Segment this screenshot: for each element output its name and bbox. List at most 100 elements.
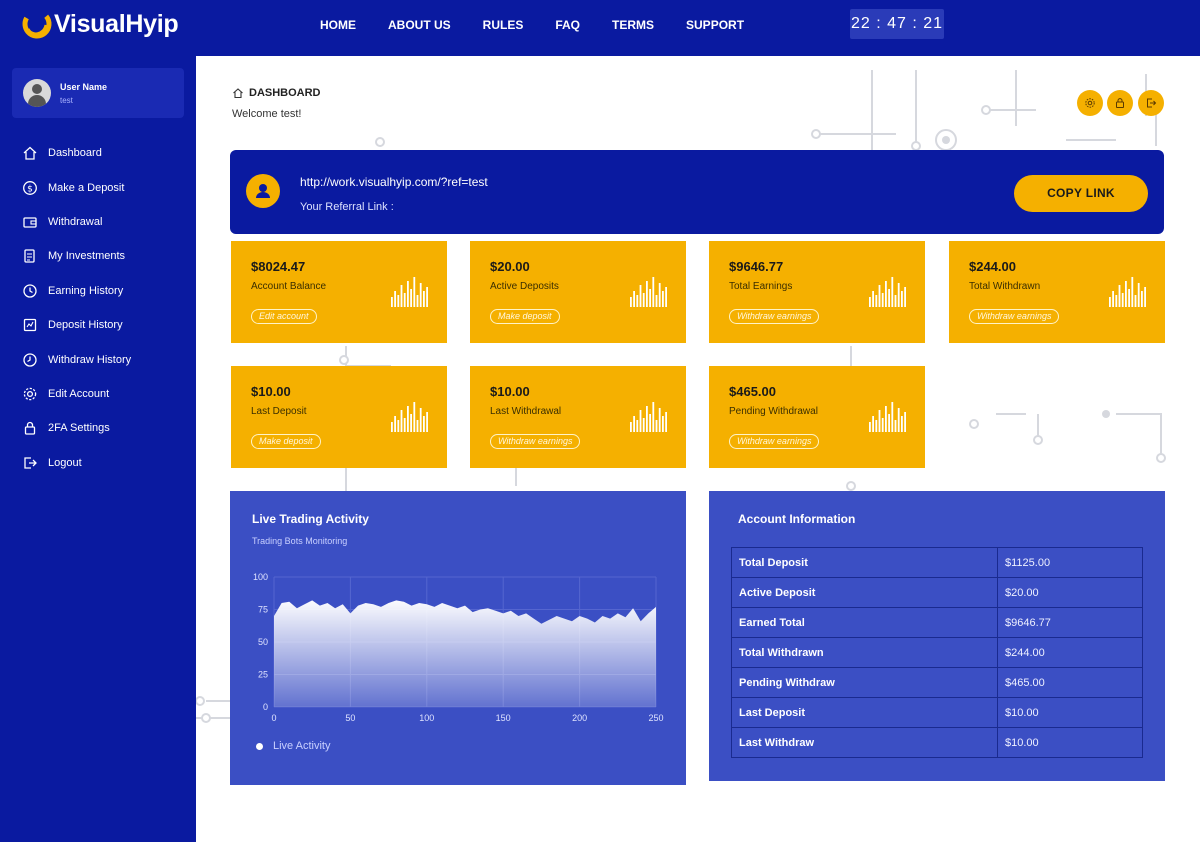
nav-faq[interactable]: FAQ (555, 18, 580, 32)
table-row: Last Withdraw $10.00 (731, 727, 1143, 758)
mini-bar (410, 289, 412, 307)
logout-quick-button[interactable] (1138, 90, 1164, 116)
mini-bar (1128, 289, 1130, 307)
wallet-icon (23, 217, 37, 228)
history-icon (23, 284, 37, 298)
info-key: Earned Total (731, 607, 998, 638)
mini-bar (400, 410, 403, 432)
mini-bar-chart-icon (630, 277, 667, 307)
settings-quick-button[interactable] (1077, 90, 1103, 116)
sidebar-item-earning-history[interactable]: Earning History (0, 274, 196, 308)
stat-label: Pending Withdrawal (729, 406, 818, 417)
mini-bar (426, 412, 428, 432)
nav-rules[interactable]: RULES (483, 18, 524, 32)
mini-bar (1118, 285, 1121, 307)
mini-bar (869, 422, 871, 432)
stat-label: Last Withdrawal (490, 406, 562, 417)
x-tick-label: 0 (271, 713, 276, 723)
mini-bar (885, 281, 887, 307)
stat-value: $20.00 (490, 259, 530, 274)
withdraw-earnings-link[interactable]: Withdraw earnings (729, 434, 820, 449)
nav-home[interactable]: HOME (320, 18, 356, 32)
info-key: Pending Withdraw (731, 667, 998, 698)
sidebar-item-label: Logout (48, 456, 82, 469)
nav-terms[interactable]: TERMS (612, 18, 654, 32)
mini-bar (400, 285, 403, 307)
info-key: Active Deposit (731, 577, 998, 608)
mini-bar (1131, 277, 1134, 307)
stat-card-active-deposits: $20.00 Active Deposits Make deposit (470, 241, 686, 343)
main-content: DASHBOARD Welcome test! http://work.visu… (196, 56, 1200, 842)
sidebar-item-dashboard[interactable]: Dashboard (0, 136, 196, 170)
sidebar-item-make-a-deposit[interactable]: $ Make a Deposit (0, 170, 196, 204)
y-tick-label: 100 (253, 572, 268, 582)
mini-bar-chart-icon (391, 402, 428, 432)
mini-bar (391, 422, 393, 432)
mini-bar-chart-icon (869, 277, 906, 307)
sidebar-item-edit-account[interactable]: Edit Account (0, 377, 196, 411)
referral-url[interactable]: http://work.visualhyip.com/?ref=test (300, 175, 488, 189)
make-deposit-link[interactable]: Make deposit (490, 309, 560, 324)
security-quick-button[interactable] (1107, 90, 1133, 116)
info-value: $10.00 (997, 727, 1143, 758)
sidebar-item-my-investments[interactable]: My Investments (0, 239, 196, 273)
withdraw-earnings-link[interactable]: Withdraw earnings (729, 309, 820, 324)
stat-label: Active Deposits (490, 281, 559, 292)
copy-link-button[interactable]: COPY LINK (1014, 175, 1148, 212)
withdraw-history-icon (23, 352, 37, 367)
mini-bar (904, 412, 906, 432)
home-icon (233, 88, 243, 99)
mini-bar (894, 295, 897, 307)
mini-bar (665, 287, 667, 307)
mini-bar (881, 293, 884, 307)
table-row: Earned Total $9646.77 (731, 607, 1143, 638)
info-key: Total Deposit (731, 547, 998, 578)
chart-area-series (274, 600, 656, 707)
mini-bar (633, 416, 635, 432)
withdraw-earnings-link[interactable]: Withdraw earnings (969, 309, 1060, 324)
user-box[interactable]: User Name test (12, 68, 184, 118)
stat-value: $10.00 (490, 384, 530, 399)
avatar-body-shape (28, 95, 46, 107)
sidebar-item-withdrawal[interactable]: Withdrawal (0, 205, 196, 239)
home-icon (23, 146, 37, 160)
brand-logo[interactable]: VisualHyip (22, 8, 179, 40)
y-tick-label: 50 (258, 637, 268, 647)
sidebar-item-withdraw-history[interactable]: Withdraw History (0, 342, 196, 376)
mini-bar (901, 291, 903, 307)
x-tick-label: 200 (572, 713, 587, 723)
mini-bar (665, 412, 667, 432)
mini-bar (642, 293, 645, 307)
breadcrumb-label: DASHBOARD (249, 87, 321, 99)
sidebar-item-logout[interactable]: Logout (0, 446, 196, 480)
brand-name: VisualHyip (54, 9, 179, 38)
mini-bar (630, 297, 632, 307)
mini-bar (426, 287, 428, 307)
user-login: test (60, 96, 73, 105)
mini-bar (394, 291, 396, 307)
mini-bar (655, 295, 658, 307)
nav-support[interactable]: SUPPORT (686, 18, 744, 32)
make-deposit-link[interactable]: Make deposit (251, 434, 321, 449)
nav-about-us[interactable]: ABOUT US (388, 18, 451, 32)
y-tick-label: 25 (258, 670, 268, 680)
sidebar-item-2fa-settings[interactable]: 2FA Settings (0, 411, 196, 445)
main-nav: HOME ABOUT US RULES FAQ TERMS SUPPORT (320, 18, 776, 32)
mini-bar (416, 420, 419, 432)
info-value: $465.00 (997, 667, 1143, 698)
mini-bar (901, 416, 903, 432)
stat-card-pending-withdrawal: $465.00 Pending Withdrawal Withdraw earn… (709, 366, 925, 468)
mini-bar (1115, 295, 1118, 307)
mini-bar (878, 410, 881, 432)
referral-user-icon (246, 174, 280, 208)
x-tick-label: 100 (419, 713, 434, 723)
sidebar-item-deposit-history[interactable]: Deposit History (0, 308, 196, 342)
logo-swirl-icon (22, 9, 52, 39)
edit-account-link[interactable]: Edit account (251, 309, 317, 324)
mini-bar (1109, 297, 1111, 307)
sidebar-item-label: 2FA Settings (48, 422, 110, 435)
referral-label: Your Referral Link : (300, 201, 394, 213)
mini-bar-chart-icon (391, 277, 428, 307)
withdraw-earnings-link[interactable]: Withdraw earnings (490, 434, 581, 449)
mini-bar (391, 297, 393, 307)
